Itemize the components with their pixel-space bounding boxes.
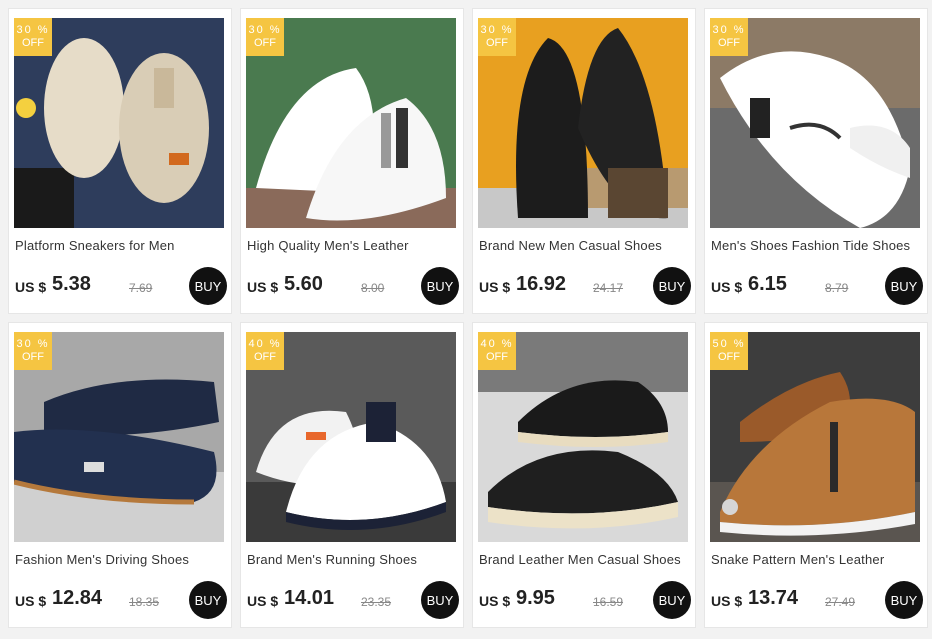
discount-badge: 30 % OFF	[710, 18, 748, 56]
product-card[interactable]: 30 % OFF Platform Sneakers for Men US $ …	[8, 8, 232, 314]
currency-label: US $	[247, 593, 279, 609]
discount-off-label: OFF	[22, 351, 44, 363]
buy-button[interactable]: BUY	[885, 267, 923, 305]
original-price: 16.59	[593, 595, 624, 609]
original-price: 23.35	[361, 595, 392, 609]
current-price: 9.95	[516, 587, 555, 609]
currency-label: US $	[479, 279, 511, 295]
currency-label: US $	[15, 593, 47, 609]
currency-label: US $	[15, 279, 47, 295]
product-grid: 30 % OFF Platform Sneakers for Men US $ …	[0, 0, 932, 639]
discount-percent: 30 %	[16, 24, 50, 36]
discount-percent: 30 %	[712, 24, 746, 36]
currency-label: US $	[711, 593, 743, 609]
currency-label: US $	[247, 279, 279, 295]
current-price: 5.38	[52, 273, 91, 295]
discount-badge: 30 % OFF	[478, 18, 516, 56]
discount-badge: 30 % OFF	[246, 18, 284, 56]
current-price: 13.74	[748, 587, 799, 609]
discount-off-label: OFF	[486, 37, 508, 49]
product-card[interactable]: 40 % OFF Brand Men's Running Shoes US $ …	[240, 322, 464, 628]
product-title[interactable]: Brand New Men Casual Shoes	[479, 238, 693, 253]
buy-button[interactable]: BUY	[653, 267, 691, 305]
product-image[interactable]: 40 % OFF	[246, 332, 456, 542]
product-card[interactable]: 30 % OFF Brand New Men Casual Shoes US $…	[472, 8, 696, 314]
discount-percent: 30 %	[248, 24, 282, 36]
buy-button[interactable]: BUY	[885, 581, 923, 619]
product-image[interactable]: 30 % OFF	[14, 18, 224, 228]
discount-off-label: OFF	[486, 351, 508, 363]
buy-button[interactable]: BUY	[189, 581, 227, 619]
product-title[interactable]: Brand Leather Men Casual Shoes	[479, 552, 693, 567]
discount-badge: 30 % OFF	[14, 332, 52, 370]
discount-badge: 50 % OFF	[710, 332, 748, 370]
discount-badge: 40 % OFF	[478, 332, 516, 370]
buy-button[interactable]: BUY	[189, 267, 227, 305]
product-title[interactable]: Platform Sneakers for Men	[15, 238, 229, 253]
current-price: 12.84	[52, 587, 103, 609]
product-title[interactable]: Brand Men's Running Shoes	[247, 552, 461, 567]
current-price: 5.60	[284, 273, 323, 295]
buy-button[interactable]: BUY	[421, 581, 459, 619]
discount-off-label: OFF	[254, 351, 276, 363]
current-price: 16.92	[516, 273, 567, 295]
product-card[interactable]: 50 % OFF Snake Pattern Men's Leather US …	[704, 322, 928, 628]
discount-off-label: OFF	[718, 37, 740, 49]
product-card[interactable]: 30 % OFF Fashion Men's Driving Shoes US …	[8, 322, 232, 628]
product-card[interactable]: 30 % OFF Men's Shoes Fashion Tide Shoes …	[704, 8, 928, 314]
product-title[interactable]: Snake Pattern Men's Leather	[711, 552, 925, 567]
original-price: 8.79	[825, 281, 849, 295]
original-price: 18.35	[129, 595, 160, 609]
buy-button[interactable]: BUY	[653, 581, 691, 619]
current-price: 14.01	[284, 587, 335, 609]
product-image[interactable]: 30 % OFF	[478, 18, 688, 228]
discount-percent: 40 %	[480, 338, 514, 350]
discount-percent: 30 %	[16, 338, 50, 350]
product-title[interactable]: Fashion Men's Driving Shoes	[15, 552, 229, 567]
discount-badge: 40 % OFF	[246, 332, 284, 370]
product-card[interactable]: 30 % OFF High Quality Men's Leather US $…	[240, 8, 464, 314]
buy-button[interactable]: BUY	[421, 267, 459, 305]
discount-percent: 30 %	[480, 24, 514, 36]
product-image[interactable]: 30 % OFF	[710, 18, 920, 228]
discount-badge: 30 % OFF	[14, 18, 52, 56]
original-price: 27.49	[825, 595, 856, 609]
discount-percent: 40 %	[248, 338, 282, 350]
original-price: 7.69	[129, 281, 153, 295]
product-image[interactable]: 40 % OFF	[478, 332, 688, 542]
product-title[interactable]: Men's Shoes Fashion Tide Shoes	[711, 238, 925, 253]
product-image[interactable]: 30 % OFF	[14, 332, 224, 542]
current-price: 6.15	[748, 273, 787, 295]
currency-label: US $	[479, 593, 511, 609]
product-card[interactable]: 40 % OFF Brand Leather Men Casual Shoes …	[472, 322, 696, 628]
product-image[interactable]: 30 % OFF	[246, 18, 456, 228]
currency-label: US $	[711, 279, 743, 295]
product-title[interactable]: High Quality Men's Leather	[247, 238, 461, 253]
discount-percent: 50 %	[712, 338, 746, 350]
product-image[interactable]: 50 % OFF	[710, 332, 920, 542]
discount-off-label: OFF	[718, 351, 740, 363]
original-price: 8.00	[361, 281, 385, 295]
original-price: 24.17	[593, 281, 624, 295]
discount-off-label: OFF	[254, 37, 276, 49]
discount-off-label: OFF	[22, 37, 44, 49]
